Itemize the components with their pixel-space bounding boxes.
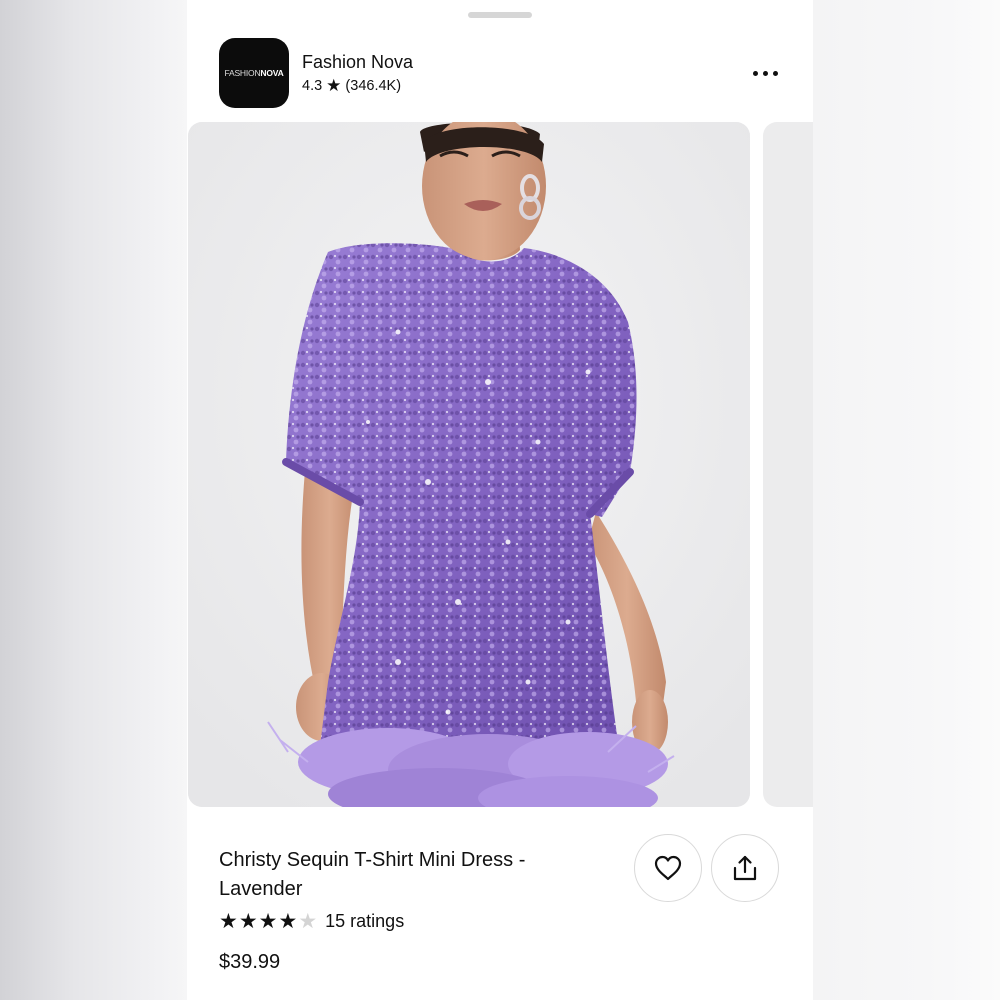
store-rating: 4.3 ★ (346.4K) (302, 77, 401, 94)
next-product-image[interactable] (763, 122, 813, 807)
star-filled-icon: ★ (219, 910, 238, 933)
store-rating-value: 4.3 (302, 77, 323, 94)
star-empty-icon: ★ (298, 910, 318, 933)
more-dot (772, 70, 778, 76)
sheet-grabber-handle[interactable] (468, 12, 532, 18)
right-backdrop (813, 0, 1000, 1000)
star-icon: ★ (326, 76, 342, 95)
store-logo[interactable]: FASHION NOVA (219, 38, 289, 108)
more-options-button[interactable] (745, 60, 785, 86)
product-image[interactable] (188, 122, 750, 807)
heart-icon (654, 855, 682, 881)
more-horizontal-icon (752, 70, 758, 76)
share-icon (733, 855, 757, 881)
star-filled-icon: ★ (258, 910, 278, 933)
star-filled-icon: ★ (278, 910, 298, 933)
left-backdrop (0, 0, 187, 1000)
store-name[interactable]: Fashion Nova (302, 52, 413, 73)
star-filled-icon: ★ (238, 910, 258, 933)
product-title: Christy Sequin T-Shirt Mini Dress - Lave… (219, 849, 526, 900)
product-sheet: FASHIONNOVA Fashion Nova 4.3 ★ (346.4K) (187, 0, 813, 1000)
store-rating-count: (346.4K) (345, 77, 402, 94)
share-button[interactable] (711, 834, 779, 902)
product-rating[interactable]: ★ ★ ★ ★ ★ 15 ratings (219, 911, 404, 932)
ratings-count: 15 ratings (325, 911, 405, 931)
product-photo-illustration (188, 122, 750, 807)
more-dot (762, 70, 768, 76)
product-price: $39.99 (219, 951, 281, 973)
like-button[interactable] (634, 834, 702, 902)
rating-stars: ★ ★ ★ ★ ★ (219, 911, 317, 932)
